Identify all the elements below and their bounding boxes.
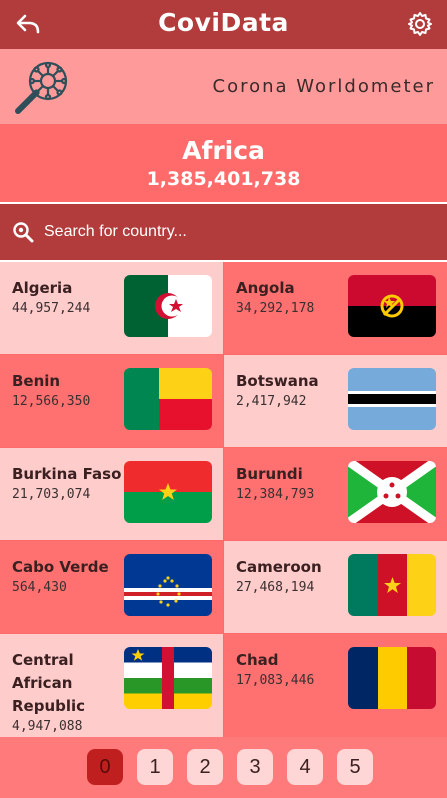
page-button-1[interactable]: 1 xyxy=(137,749,173,785)
country-card-cabo-verde[interactable]: Cabo Verde 564,430 xyxy=(0,541,223,633)
page-button-3[interactable]: 3 xyxy=(237,749,273,785)
burundi-flag-icon xyxy=(348,461,436,523)
cameroon-flag-icon xyxy=(348,554,436,616)
chad-flag-icon xyxy=(348,647,436,709)
country-name: Cameroon 27,468,194 xyxy=(236,556,346,597)
app-subtitle: Corona Worldometer xyxy=(212,76,435,97)
central-african-republic-flag-icon xyxy=(124,647,212,709)
benin-flag-icon xyxy=(124,368,212,430)
country-card-angola[interactable]: Angola 34,292,178 xyxy=(224,262,447,354)
search-icon xyxy=(13,222,34,243)
country-card-central-african-republic[interactable]: Central African Republic 4,947,088 xyxy=(0,634,223,737)
country-population: 34,292,178 xyxy=(236,301,315,316)
country-population: 2,417,942 xyxy=(236,394,307,409)
country-name: Chad 17,083,446 xyxy=(236,649,346,690)
search-bar[interactable] xyxy=(0,204,447,260)
country-population: 4,947,088 xyxy=(12,719,83,734)
country-card-botswana[interactable]: Botswana 2,417,942 xyxy=(224,355,447,447)
search-input[interactable] xyxy=(44,216,424,248)
country-card-chad[interactable]: Chad 17,083,446 xyxy=(224,634,447,737)
country-name: Botswana 2,417,942 xyxy=(236,370,346,411)
country-name: Cabo Verde 564,430 xyxy=(12,556,122,597)
country-card-benin[interactable]: Benin 12,566,350 xyxy=(0,355,223,447)
page-button-2[interactable]: 2 xyxy=(187,749,223,785)
burkina-faso-flag-icon xyxy=(124,461,212,523)
country-card-burundi[interactable]: Burundi 12,384,793 xyxy=(224,448,447,540)
header-banner: Corona Worldometer xyxy=(0,49,447,124)
country-card-burkina-faso[interactable]: Burkina Faso 21,703,074 xyxy=(0,448,223,540)
country-population: 27,468,194 xyxy=(236,580,315,595)
page-button-4[interactable]: 4 xyxy=(287,749,323,785)
app-bar: CoviData xyxy=(0,0,447,49)
page-button-0[interactable]: 0 xyxy=(87,749,123,785)
region-summary: Africa 1,385,401,738 xyxy=(0,124,447,202)
region-population: 1,385,401,738 xyxy=(146,168,301,190)
country-population: 564,430 xyxy=(12,580,67,595)
country-name: Burkina Faso 21,703,074 xyxy=(12,465,122,502)
country-card-algeria[interactable]: Algeria 44,957,244 xyxy=(0,262,223,354)
country-name: Central African Republic 4,947,088 xyxy=(12,649,122,736)
country-population: 44,957,244 xyxy=(12,301,91,316)
virus-magnifier-icon xyxy=(15,61,68,114)
country-grid: Algeria 44,957,244 Angola 34,292,178 Benin… xyxy=(0,262,447,737)
country-population: 12,384,793 xyxy=(236,487,315,502)
app-title: CoviData xyxy=(158,8,289,37)
country-population: 21,703,074 xyxy=(12,487,91,502)
region-name: Africa xyxy=(182,136,265,165)
gear-icon[interactable] xyxy=(407,11,433,37)
country-name: Algeria 44,957,244 xyxy=(12,277,122,318)
algeria-flag-icon xyxy=(124,275,212,337)
pagination: 0 1 2 3 4 5 xyxy=(0,737,447,798)
country-card-cameroon[interactable]: Cameroon 27,468,194 xyxy=(224,541,447,633)
country-name: Burundi 12,384,793 xyxy=(236,463,346,504)
botswana-flag-icon xyxy=(348,368,436,430)
page-button-5[interactable]: 5 xyxy=(337,749,373,785)
country-name: Angola 34,292,178 xyxy=(236,277,346,318)
country-population: 12,566,350 xyxy=(12,394,91,409)
angola-flag-icon xyxy=(348,275,436,337)
country-name: Benin 12,566,350 xyxy=(12,370,122,411)
country-population: 17,083,446 xyxy=(236,673,315,688)
cabo-verde-flag-icon xyxy=(124,554,212,616)
